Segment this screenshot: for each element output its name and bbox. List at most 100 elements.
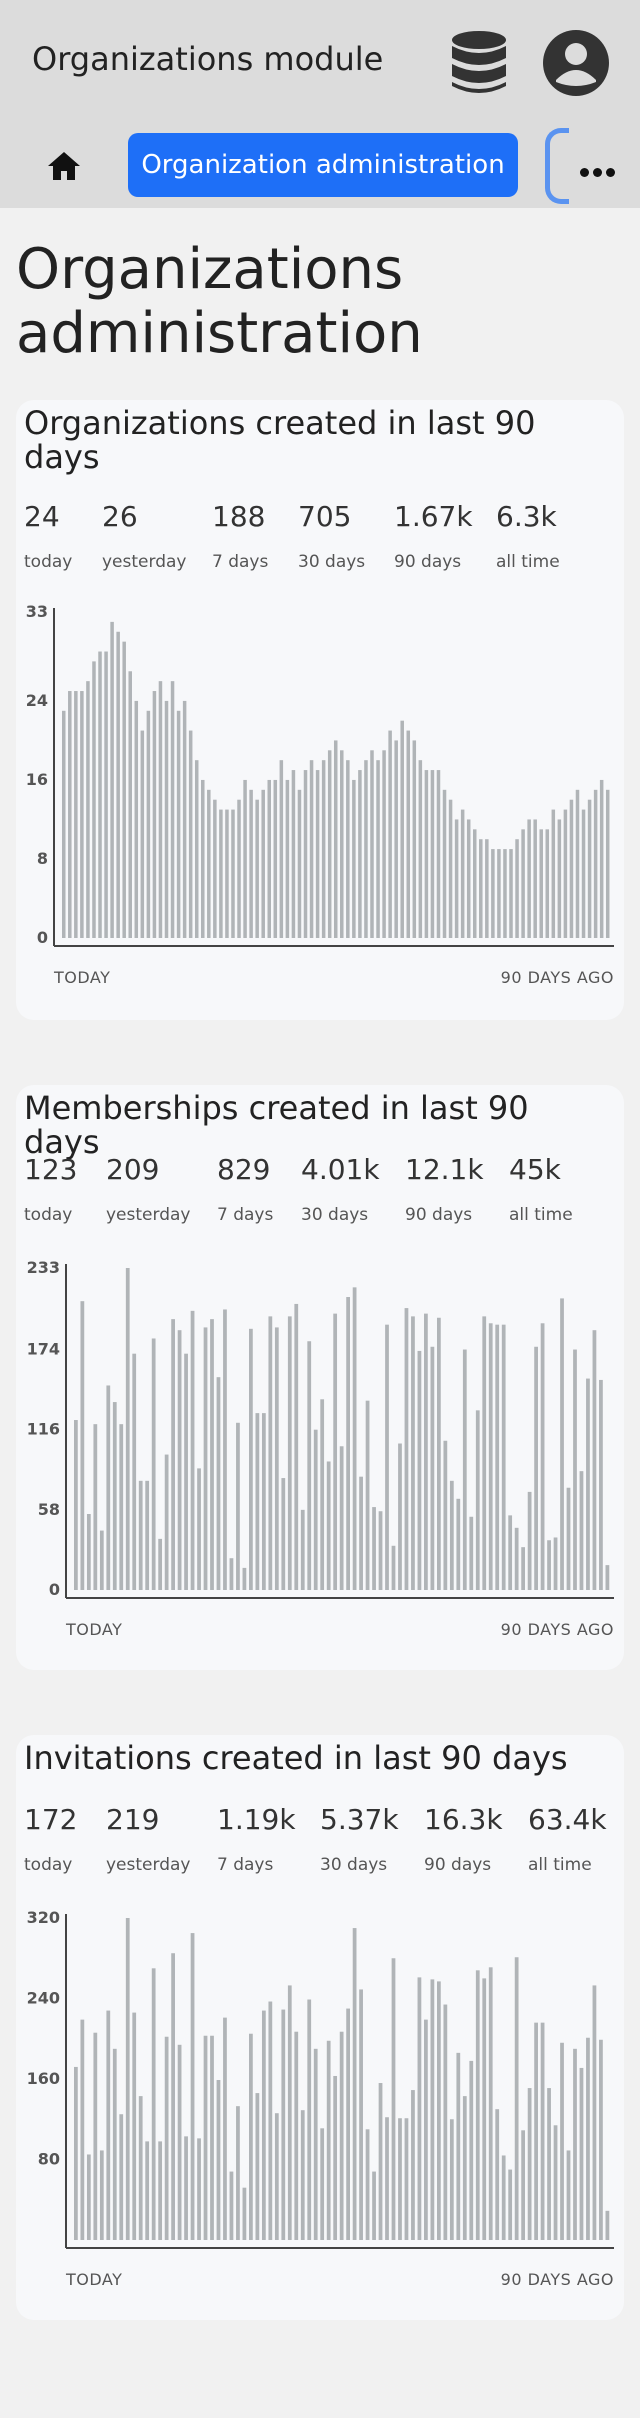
chart-bar	[436, 1981, 441, 2240]
chart-bar	[80, 2019, 85, 2240]
chart-bar	[404, 1308, 409, 1590]
chart-bar	[358, 770, 362, 938]
chart-bar	[527, 2088, 532, 2240]
chart-bar	[534, 2022, 538, 2240]
chart-bar	[394, 740, 398, 938]
chart-bar	[333, 2075, 338, 2240]
chart-bar	[152, 691, 157, 938]
chart-bar	[321, 760, 326, 938]
chart-bar	[326, 1461, 331, 1590]
chart-bar	[231, 809, 235, 938]
chart-bar	[236, 2106, 240, 2240]
chart-bar	[110, 621, 114, 938]
chart-bar	[242, 1567, 247, 1590]
chart-bar	[370, 750, 374, 938]
chart-bar	[188, 730, 193, 938]
chart-bar	[592, 1330, 597, 1590]
more-horizontal-icon[interactable]	[580, 162, 620, 177]
y-tick-label: 320	[27, 1908, 60, 1927]
chart-bar	[146, 710, 151, 938]
chart-bar	[540, 1323, 545, 1590]
chart-bar	[514, 1527, 519, 1590]
y-tick-label: 174	[27, 1340, 60, 1359]
chart-bar	[243, 779, 247, 938]
chart-bar	[406, 730, 411, 938]
chart-bar	[456, 1498, 461, 1590]
chart-bar	[352, 1928, 357, 2240]
chart-bar	[364, 760, 368, 938]
chart-bar	[391, 1545, 396, 1590]
chart-bar	[540, 2022, 545, 2240]
chart-bar	[132, 1353, 137, 1590]
chart-bar	[287, 1985, 292, 2240]
y-tick-label: 240	[27, 1989, 60, 2008]
chart-bar	[521, 1547, 526, 1590]
chart-bar	[534, 1346, 538, 1590]
chart-bar	[80, 691, 84, 938]
chart-bar	[551, 809, 556, 938]
chart-bar	[164, 2036, 169, 2240]
chart-bar	[475, 1410, 480, 1590]
chart-bar	[508, 1515, 513, 1590]
chart-bar	[411, 1316, 415, 1590]
chart-bar	[560, 1298, 564, 1590]
chart-bar	[171, 1319, 175, 1590]
chart-bar	[249, 1328, 253, 1590]
chart-bar	[307, 1341, 312, 1590]
chart-bar	[449, 1480, 454, 1590]
chart-bar	[140, 730, 145, 938]
chart-bar	[287, 1316, 292, 1590]
chart-bar	[573, 1349, 577, 1590]
chart-bar	[249, 2033, 253, 2240]
chart-bar	[261, 1413, 266, 1590]
chart-bar	[291, 770, 296, 938]
chart-bar	[586, 2037, 590, 2240]
y-tick-label: 80	[38, 2150, 60, 2169]
chart-bar	[563, 809, 568, 938]
chart-bar	[268, 1316, 273, 1590]
app-title: Organizations module	[32, 40, 384, 78]
chart-bar	[469, 1516, 474, 1590]
chart-bar	[158, 1538, 163, 1590]
chart-bar	[454, 819, 459, 938]
chart-bar	[274, 1327, 279, 1590]
chart-bar	[229, 1558, 234, 1590]
database-icon[interactable]	[450, 30, 508, 96]
chart-bar	[456, 2052, 461, 2240]
chart-bar	[593, 789, 598, 938]
chart-bar	[294, 1303, 299, 1590]
chart-bar	[545, 829, 550, 938]
chart-bar	[223, 2017, 227, 2240]
chart-bar	[86, 1513, 91, 1590]
chart-bar	[339, 2031, 344, 2240]
chart-bar	[359, 1989, 363, 2240]
tab-organization-administration[interactable]: Organization administration	[128, 133, 518, 197]
chart-bar	[281, 1478, 286, 1590]
chart-bar	[151, 1968, 156, 2240]
chart-bar	[430, 1979, 435, 2240]
chart-bar	[219, 809, 223, 938]
chart-bar	[443, 2004, 448, 2240]
chart-bar	[442, 789, 447, 938]
chart-bar	[320, 1399, 325, 1590]
chart-bar	[294, 2031, 299, 2240]
chart-bar	[605, 2210, 610, 2240]
tab-next-partial[interactable]	[545, 128, 569, 204]
user-avatar-icon[interactable]	[543, 30, 609, 96]
chart-bar	[346, 1297, 350, 1590]
chart-bar	[125, 1918, 130, 2240]
chart-bar	[378, 2083, 383, 2240]
chart-bar	[378, 1511, 383, 1590]
chart-bar	[68, 691, 72, 938]
chart-bar	[255, 799, 259, 938]
chart-bar	[125, 1268, 130, 1590]
chart-bar	[216, 1377, 221, 1590]
chart-bar	[382, 750, 386, 938]
chart-bar	[170, 681, 175, 938]
chart-bar	[443, 1440, 448, 1590]
chart-bar	[236, 1422, 240, 1590]
home-icon[interactable]	[46, 150, 82, 182]
chart-bar	[320, 2128, 325, 2240]
chart-bar	[268, 2001, 273, 2240]
chart-bar	[104, 651, 108, 938]
